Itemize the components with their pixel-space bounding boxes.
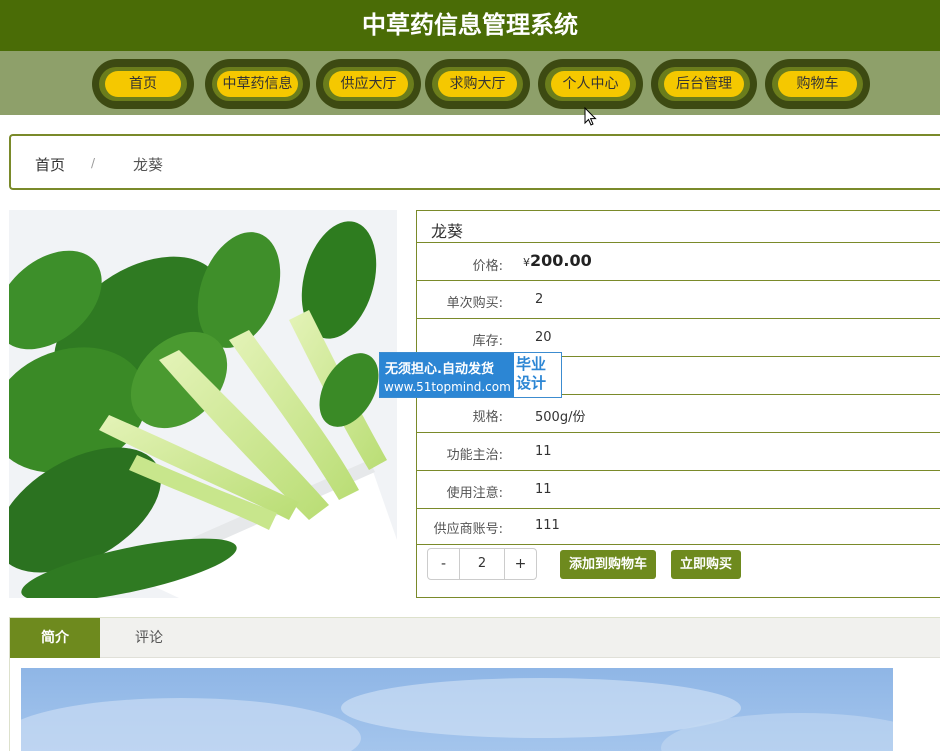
watermark-side2: 设计 (516, 374, 547, 392)
breadcrumb-current: 龙葵 (133, 156, 164, 174)
mouse-cursor-icon (584, 107, 597, 126)
quantity-stepper: - 2 + (427, 548, 537, 580)
product-name: 龙葵 (431, 222, 464, 241)
nav-item-label: 首页 (105, 71, 181, 97)
indications-value: 11 (535, 444, 552, 459)
indications-label: 功能主治: (446, 448, 503, 463)
usage-notes-label: 使用注意: (446, 486, 503, 501)
price-row: 价格: ¥200.00 (417, 243, 940, 281)
nav-item-personal-center[interactable]: 个人中心 (538, 59, 643, 109)
product-image (9, 210, 397, 598)
stock-value: 20 (535, 330, 552, 345)
usage-notes-value: 11 (535, 482, 552, 497)
product-name-row: 龙葵 (417, 211, 940, 243)
watermark-main: 无须担心.自动发货 www.51topmind.com (380, 353, 514, 397)
supplier-value: 111 (535, 518, 560, 533)
detail-tabs: 简介 评论 (9, 617, 940, 751)
watermark-side: 毕业 设计 (516, 355, 560, 393)
top-header: 中草药信息管理系统 (0, 0, 940, 51)
nav-item-purchase-hall[interactable]: 求购大厅 (425, 59, 530, 109)
main-nav: 首页 中草药信息 供应大厅 求购大厅 个人中心 后台管理 购物车 (0, 51, 940, 115)
sky-illustration (21, 668, 893, 751)
price-label: 价格: (472, 259, 503, 274)
single-purchase-row: 单次购买: 2 (417, 281, 940, 319)
tab-comments[interactable]: 评论 (110, 618, 188, 658)
quantity-increase-button[interactable]: + (504, 549, 536, 579)
nav-item-supply-hall[interactable]: 供应大厅 (316, 59, 421, 109)
spec-row: 规格: 500g/份 (417, 395, 940, 433)
breadcrumb-separator: / (91, 156, 96, 170)
product-info-panel: 龙葵 价格: ¥200.00 单次购买: 2 库存: 20 规格: 500g/份… (416, 210, 940, 598)
nav-item-herb-info[interactable]: 中草药信息 (205, 59, 310, 109)
vegetable-illustration (9, 210, 397, 598)
site-title: 中草药信息管理系统 (362, 11, 578, 39)
nav-item-label: 个人中心 (551, 71, 630, 97)
quantity-input[interactable]: 2 (460, 549, 504, 579)
intro-image (21, 668, 893, 751)
single-purchase-label: 单次购买: (446, 296, 503, 311)
buy-now-button[interactable]: 立即购买 (671, 550, 742, 579)
nav-item-home[interactable]: 首页 (92, 59, 194, 109)
watermark-line1: 无须担心.自动发货 (385, 362, 494, 377)
watermark-line2: www.51topmind.com (384, 380, 511, 394)
nav-item-admin[interactable]: 后台管理 (651, 59, 757, 109)
indications-row: 功能主治: 11 (417, 433, 940, 471)
tab-bar: 简介 评论 (10, 618, 940, 658)
spec-label: 规格: (472, 410, 503, 425)
price-value: ¥200.00 (523, 251, 592, 270)
nav-item-cart[interactable]: 购物车 (765, 59, 870, 109)
breadcrumb: 首页 / 龙葵 (9, 134, 940, 190)
tab-intro[interactable]: 简介 (10, 618, 100, 658)
usage-notes-row: 使用注意: 11 (417, 471, 940, 509)
price-currency-symbol: ¥ (523, 256, 530, 269)
supplier-label: 供应商账号: (433, 522, 503, 537)
watermark-side1: 毕业 (516, 355, 547, 373)
add-to-cart-button[interactable]: 添加到购物车 (560, 550, 657, 579)
nav-item-label: 供应大厅 (329, 71, 408, 97)
nav-item-label: 购物车 (778, 71, 857, 97)
quantity-decrease-button[interactable]: - (428, 549, 460, 579)
single-purchase-value: 2 (535, 292, 544, 307)
supplier-row: 供应商账号: 111 (417, 509, 940, 545)
nav-item-label: 求购大厅 (438, 71, 517, 97)
nav-item-label: 后台管理 (664, 71, 744, 97)
breadcrumb-home-link[interactable]: 首页 (35, 154, 65, 175)
watermark-badge: 无须担心.自动发货 www.51topmind.com 毕业 设计 (379, 352, 562, 398)
stock-label: 库存: (472, 334, 503, 349)
spec-value: 500g/份 (535, 410, 586, 425)
price-amount: 200.00 (530, 251, 592, 270)
nav-item-label: 中草药信息 (217, 71, 298, 97)
